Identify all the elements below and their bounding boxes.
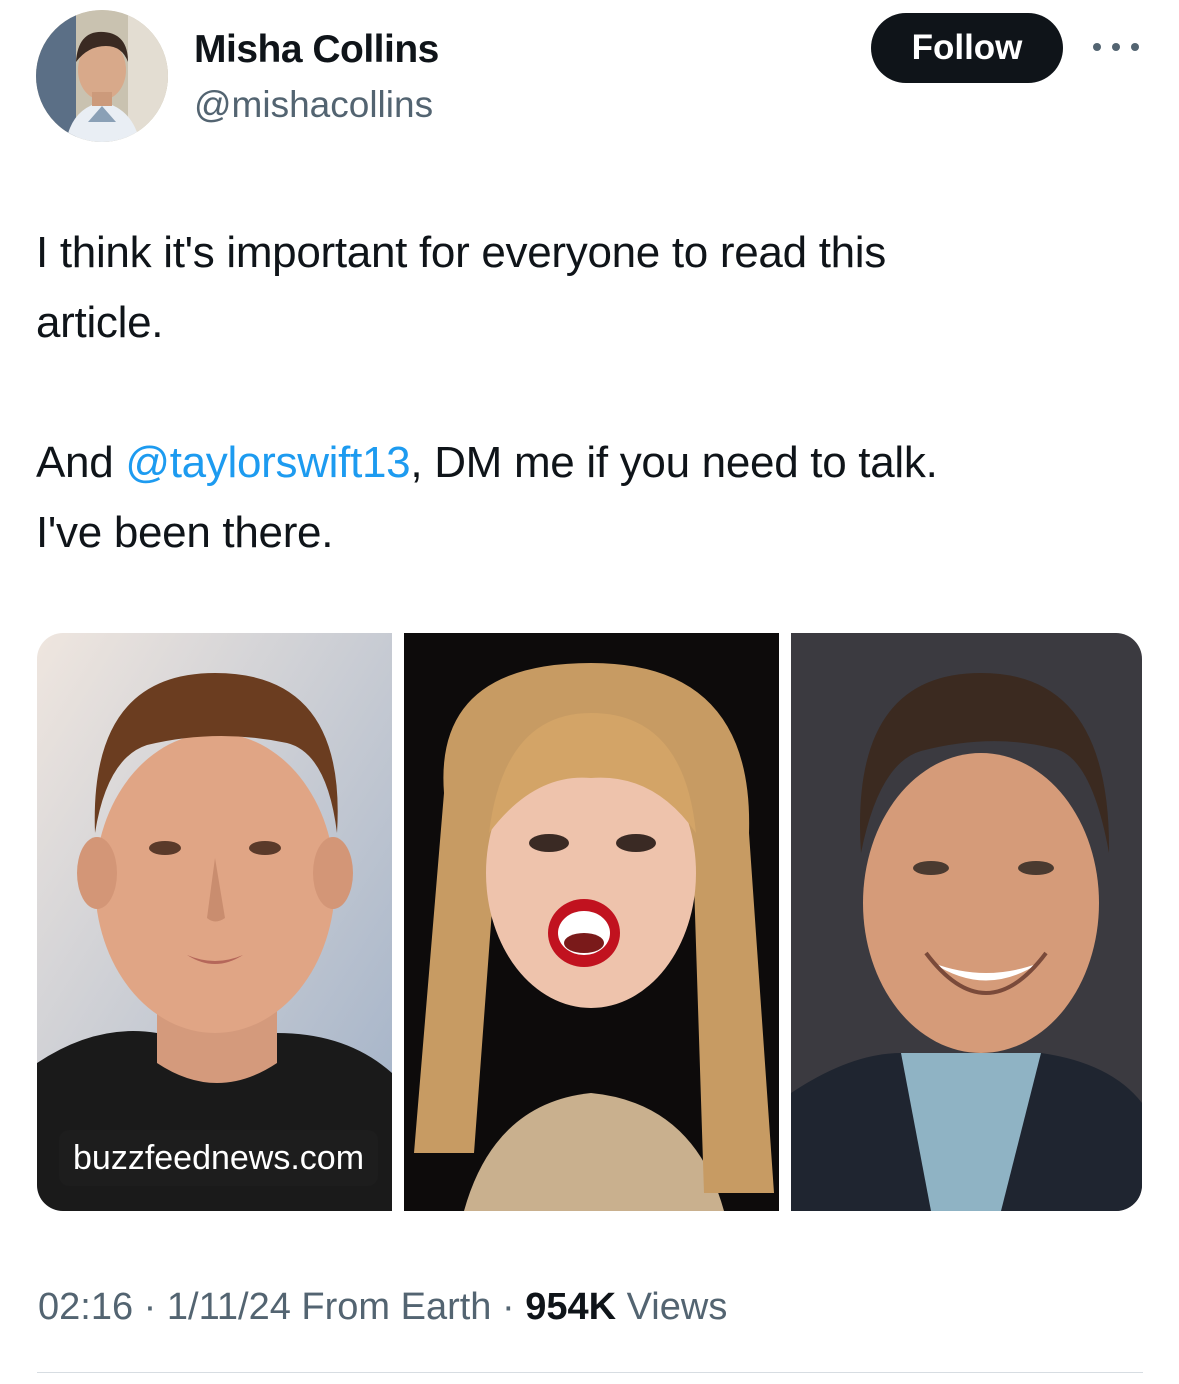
tweet-line: article. [36,298,164,347]
ellipsis-icon[interactable] [1093,32,1139,62]
avatar-photo [36,10,168,142]
tweet-line: And @taylorswift13, DM me if you need to… [36,428,1136,498]
author-name[interactable]: Misha Collins [194,28,439,72]
follow-button[interactable]: Follow [871,13,1063,83]
tweet-line: I've been there. [36,508,334,557]
meta-separator: · [491,1286,526,1328]
tweet-fragment: And [36,438,126,487]
author-handle[interactable]: @mishacollins [194,84,433,126]
ellipsis-dot [1093,43,1101,51]
tweet-text: I think it's important for everyone to r… [36,218,1136,568]
tweet-line: I think it's important for everyone to r… [36,228,886,277]
tweet-header: Misha Collins @mishacollins Follow [36,10,1143,150]
ellipsis-dot [1131,43,1139,51]
views-count[interactable]: 954K [525,1286,616,1328]
tweet-date[interactable]: 1/11/24 [167,1286,291,1328]
views-label: Views [616,1286,728,1328]
mention-link[interactable]: @taylorswift13 [125,438,410,487]
tweet-location: From Earth [290,1286,492,1328]
link-domain-label[interactable]: buzzfeednews.com [59,1130,379,1186]
meta-separator: · [133,1286,167,1328]
divider [37,1372,1143,1373]
article-card[interactable]: buzzfeednews.com [37,633,1142,1211]
tweet-meta: 02:16 · 1/11/24 From Earth · 954K Views [38,1286,727,1329]
woman-performer-photo [404,633,779,1211]
man-portrait-photo: buzzfeednews.com [37,633,392,1211]
smiling-man-photo [791,633,1142,1211]
tweet-time[interactable]: 02:16 [38,1286,133,1328]
tweet-fragment: , DM me if you need to talk. [410,438,938,487]
ellipsis-dot [1112,43,1120,51]
avatar[interactable] [36,10,168,142]
